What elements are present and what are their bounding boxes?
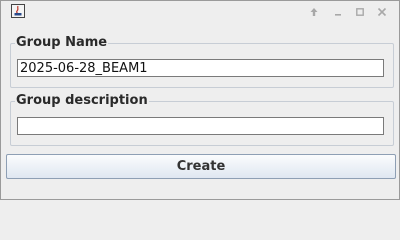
app-icon bbox=[11, 4, 25, 18]
maximize-icon[interactable] bbox=[351, 3, 369, 21]
minimize-icon[interactable] bbox=[329, 3, 347, 21]
title-bar[interactable] bbox=[1, 1, 399, 23]
arrow-up-icon[interactable] bbox=[305, 3, 323, 21]
group-name-label: Group Name bbox=[15, 34, 109, 52]
group-name-panel: Group Name bbox=[10, 34, 394, 88]
group-name-input[interactable] bbox=[17, 59, 384, 77]
close-icon[interactable] bbox=[373, 3, 391, 21]
dialog-window: Group Name Group description Create bbox=[0, 0, 400, 200]
group-description-label: Group description bbox=[15, 92, 149, 110]
create-button[interactable]: Create bbox=[6, 154, 396, 179]
group-description-panel: Group description bbox=[10, 92, 394, 146]
group-description-input[interactable] bbox=[17, 117, 384, 135]
